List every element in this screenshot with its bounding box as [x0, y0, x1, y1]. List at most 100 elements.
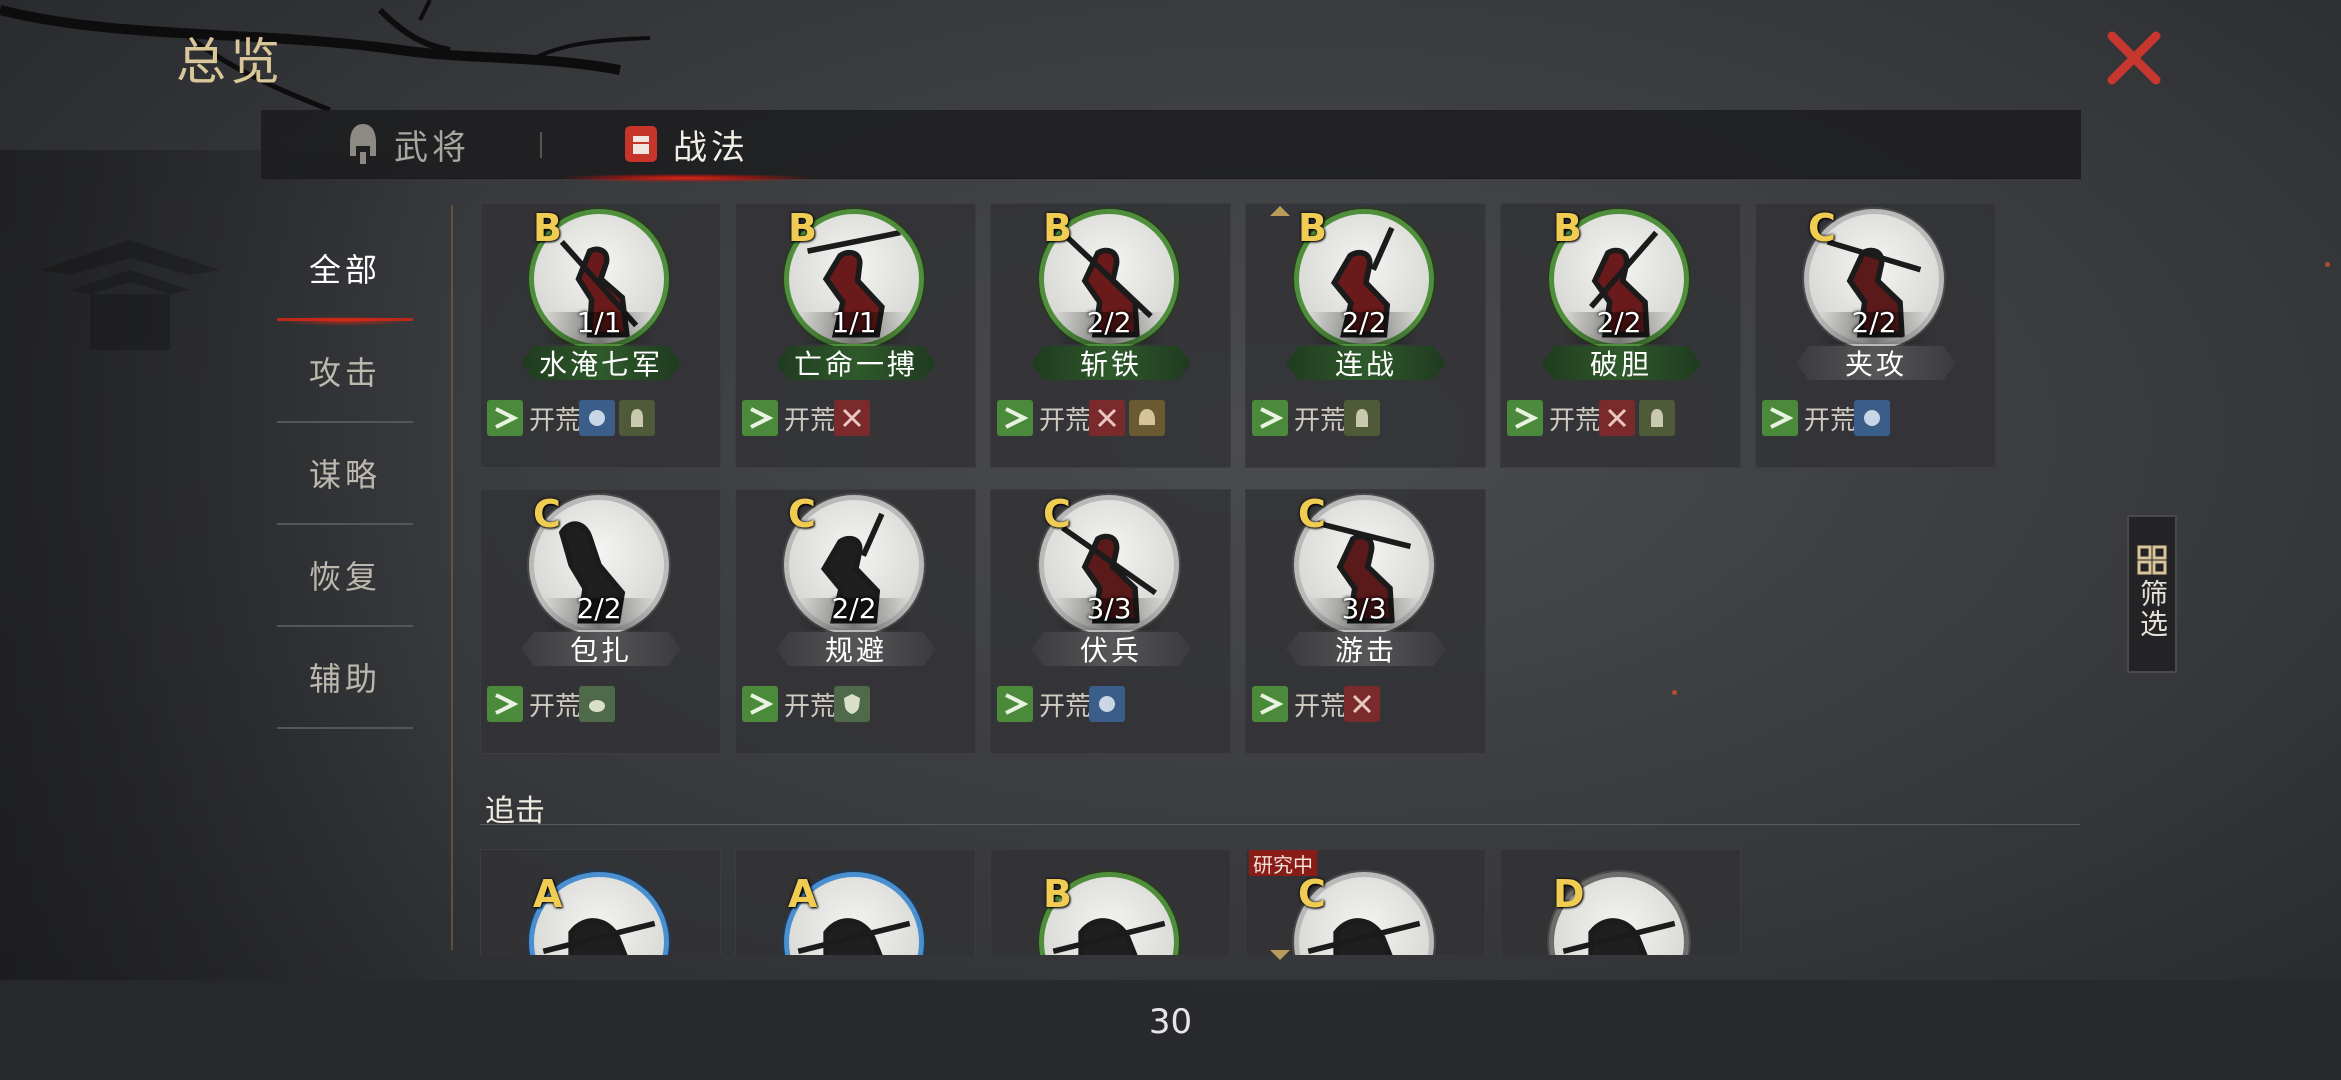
- crossed-swords-icon: [834, 400, 871, 436]
- page-title: 总览: [176, 33, 284, 91]
- crossed-swords-icon: [1089, 400, 1126, 436]
- tag-label: 开荒: [1039, 405, 1092, 436]
- category-support[interactable]: 辅助: [277, 627, 413, 729]
- grade-label: B: [1043, 872, 1072, 916]
- pagoda-silhouette: [40, 240, 220, 350]
- grade-label: C: [1298, 492, 1326, 536]
- tactic-name: 连战: [1286, 346, 1446, 380]
- tactic-name: 斩铁: [1031, 346, 1191, 380]
- tag-row: 开荒: [487, 686, 616, 722]
- tactics-grid: B 1/1 水淹七军 开荒 B 1/1 亡命一搏 开荒 B 2/2 斩铁 开荒: [480, 203, 2100, 955]
- tag-label: 开荒: [1039, 691, 1092, 722]
- tactic-name: 规避: [776, 632, 936, 666]
- level-text: 3/3: [1341, 592, 1387, 625]
- level-text: 2/2: [576, 592, 622, 625]
- tactic-card[interactable]: C 2/2 夹攻 开荒: [1755, 203, 1996, 468]
- tactic-name: 伏兵: [1031, 632, 1191, 666]
- tab-generals[interactable]: 武将: [346, 110, 470, 178]
- tactic-name: 水淹七军: [521, 346, 681, 380]
- teapot-icon: [579, 686, 616, 722]
- tactic-card[interactable]: B: [990, 849, 1231, 955]
- tag-row: 开荒: [1762, 400, 1891, 436]
- category-attack[interactable]: 攻击: [277, 321, 413, 423]
- grade-label: C: [533, 492, 561, 536]
- tag-label: 开荒: [529, 691, 582, 722]
- tactic-card[interactable]: C 2/2 包扎 开荒: [480, 489, 721, 754]
- grade-label: C: [788, 492, 816, 536]
- tactic-card[interactable]: C 2/2 规避 开荒: [735, 489, 976, 754]
- tactic-card[interactable]: D: [1500, 849, 1741, 955]
- tag-label: 开荒: [1294, 405, 1347, 436]
- scroll-icon: [579, 400, 616, 436]
- ember-particle: [1672, 690, 1677, 695]
- tab-label: 武将: [394, 127, 470, 168]
- crossed-swords-icon: [1599, 400, 1636, 436]
- grade-label: A: [788, 872, 818, 916]
- tag-label: 开荒: [1294, 691, 1347, 722]
- grade-label: B: [533, 206, 562, 250]
- tag-row: 开荒: [742, 400, 871, 436]
- close-icon: [2107, 31, 2161, 85]
- flag-icon: [997, 686, 1033, 722]
- close-button[interactable]: [2104, 28, 2164, 88]
- level-text: 2/2: [1851, 306, 1897, 339]
- tag-label: 开荒: [529, 405, 582, 436]
- tag-row: 开荒: [487, 400, 656, 436]
- shield-icon: [834, 686, 871, 722]
- grade-label: A: [533, 872, 563, 916]
- category-all[interactable]: 全部: [277, 218, 413, 326]
- tab-label: 战法: [673, 127, 749, 168]
- scroll-up-icon[interactable]: [1270, 206, 1290, 216]
- section-divider: [480, 824, 2080, 825]
- tactic-card[interactable]: B 2/2 斩铁 开荒: [990, 203, 1231, 468]
- flag-icon: [1762, 400, 1798, 436]
- level-text: 1/1: [831, 306, 877, 339]
- grade-label: B: [1553, 206, 1582, 250]
- tactic-name: 夹攻: [1796, 346, 1956, 380]
- grade-label: C: [1808, 206, 1836, 250]
- tag-label: 开荒: [1804, 405, 1857, 436]
- flag-icon: [1252, 400, 1288, 436]
- tag-row: 开荒: [1252, 400, 1381, 436]
- level-text: 2/2: [1596, 306, 1642, 339]
- flag-icon: [1252, 686, 1288, 722]
- tactic-name: 游击: [1286, 632, 1446, 666]
- tactic-card[interactable]: B 1/1 亡命一搏 开荒: [735, 203, 976, 468]
- category-recovery[interactable]: 恢复: [277, 525, 413, 627]
- category-strategy[interactable]: 谋略: [277, 423, 413, 525]
- flag-icon: [1507, 400, 1543, 436]
- research-badge: 研究中: [1249, 850, 1317, 877]
- tab-bar: 武将 战法: [261, 110, 2081, 182]
- tactic-card[interactable]: B 1/1 水淹七军 开荒: [480, 203, 721, 468]
- scroll-down-icon[interactable]: [1270, 950, 1290, 960]
- tag-label: 开荒: [784, 691, 837, 722]
- tactic-name: 包扎: [521, 632, 681, 666]
- tactic-card[interactable]: A: [735, 849, 976, 955]
- tactic-name: 破胆: [1541, 346, 1701, 380]
- tactic-card[interactable]: A: [480, 849, 721, 955]
- sidebar-divider: [451, 205, 453, 950]
- flag-icon: [742, 686, 778, 722]
- tactic-card[interactable]: C 3/3 伏兵 开荒: [990, 489, 1231, 754]
- grade-label: B: [1298, 206, 1327, 250]
- filter-button[interactable]: 筛选: [2127, 515, 2177, 673]
- tag-row: 开荒: [997, 686, 1126, 722]
- tag-row: 开荒: [1507, 400, 1676, 436]
- item-count: 30: [1148, 1002, 1193, 1042]
- tactic-card[interactable]: B 2/2 连战 开荒: [1245, 203, 1486, 468]
- scroll-icon: [1089, 686, 1126, 722]
- tag-row: 开荒: [1252, 686, 1381, 722]
- flag-icon: [742, 400, 778, 436]
- tag-label: 开荒: [784, 405, 837, 436]
- level-text: 3/3: [1086, 592, 1132, 625]
- fist-icon: [625, 126, 657, 162]
- soldier-icon: [1639, 400, 1676, 436]
- soldier-icon: [1344, 400, 1381, 436]
- level-text: 2/2: [831, 592, 877, 625]
- tab-tactics[interactable]: 战法: [563, 110, 809, 182]
- flag-icon: [487, 686, 523, 722]
- tactic-card[interactable]: B 2/2 破胆 开荒: [1500, 203, 1741, 468]
- grade-label: C: [1298, 872, 1326, 916]
- tactic-card[interactable]: C 3/3 游击 开荒: [1245, 489, 1486, 754]
- grade-label: B: [1043, 206, 1072, 250]
